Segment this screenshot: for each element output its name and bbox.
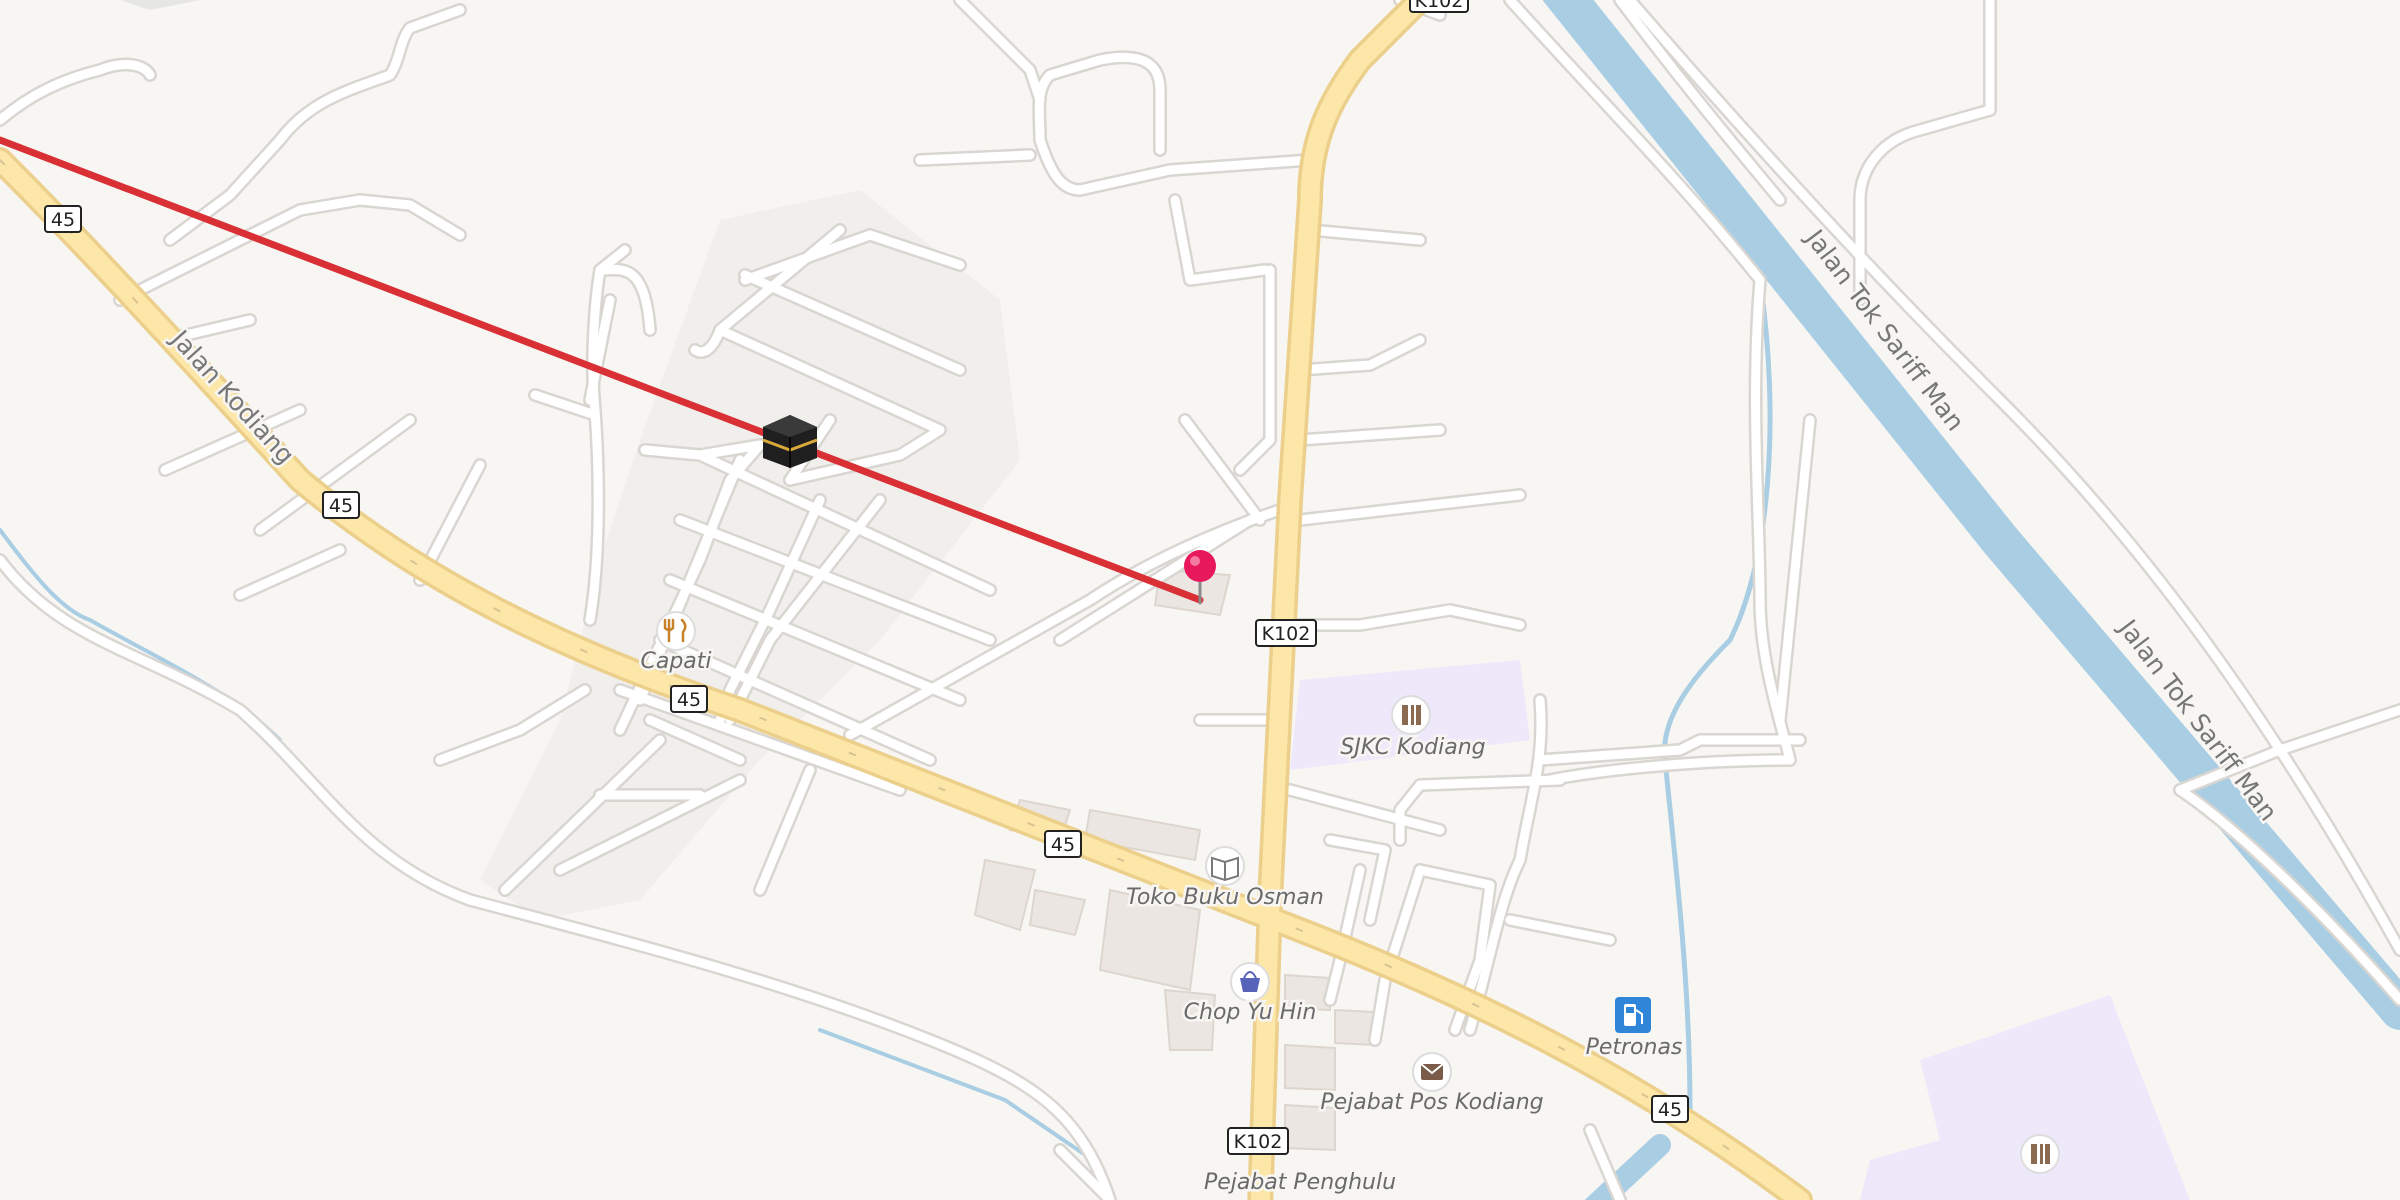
school-icon [1391, 695, 1431, 735]
restaurant-icon [656, 611, 696, 651]
route-shield-45: 45 [1651, 1095, 1689, 1123]
svg-text:45: 45 [1658, 1099, 1682, 1121]
route-shield-k102: K102 [1227, 1127, 1289, 1155]
poi-label: Petronas [1586, 1035, 1683, 1060]
poi-label: SJKC Kodiang [1340, 735, 1485, 760]
poi-label: Chop Yu Hin [1184, 1000, 1317, 1025]
route-shield-k102: K102 [1255, 619, 1317, 647]
route-shield-45: 45 [44, 205, 82, 233]
fuel-station-icon [1615, 997, 1651, 1033]
svg-text:45: 45 [677, 689, 701, 711]
svg-text:45: 45 [1051, 834, 1075, 856]
poi-label: Capati [640, 649, 711, 674]
route-shield-k102: K102 [1409, 0, 1469, 13]
poi-pejabat-penghulu[interactable]: Pejabat Penghulu [1201, 1168, 1398, 1198]
svg-text:45: 45 [51, 209, 75, 231]
svg-text:K102: K102 [1415, 0, 1464, 12]
book-icon [1205, 846, 1245, 886]
route-shield-45: 45 [1044, 830, 1082, 858]
svg-text:K102: K102 [1234, 1131, 1283, 1153]
poi-label: Pejabat Penghulu [1204, 1170, 1396, 1195]
svg-text:K102: K102 [1262, 623, 1311, 645]
route-shield-45: 45 [670, 685, 708, 713]
poi-school-bottom-right[interactable] [2020, 1134, 2060, 1174]
poi-label: Pejabat Pos Kodiang [1320, 1090, 1543, 1115]
map-canvas[interactable]: Jalan Kodiang Jalan Tok Sariff Man Jalan… [0, 0, 2400, 1200]
poi-label: Toko Buku Osman [1126, 885, 1324, 910]
shopping-basket-icon [1230, 962, 1270, 1002]
post-office-icon [1412, 1052, 1452, 1092]
school-icon [2020, 1134, 2060, 1174]
svg-text:45: 45 [329, 495, 353, 517]
route-shield-45: 45 [322, 491, 360, 519]
